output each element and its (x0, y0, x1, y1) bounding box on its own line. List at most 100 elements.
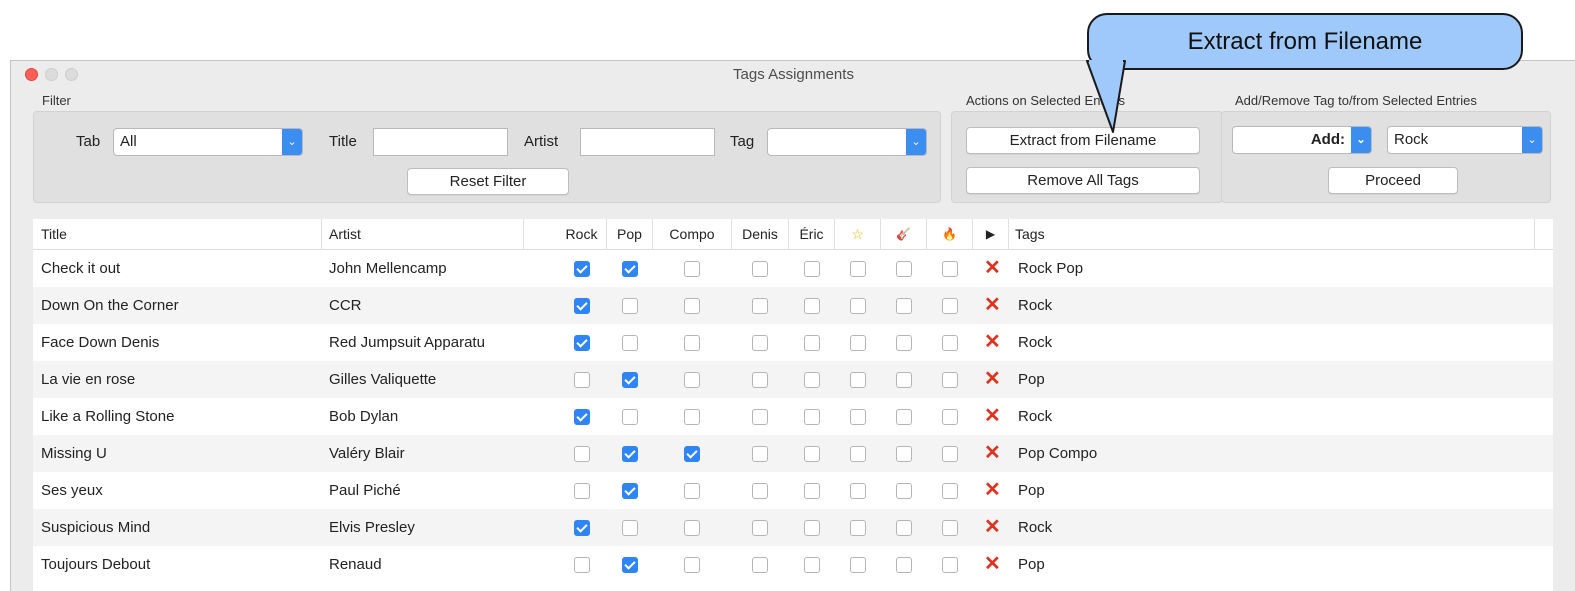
remove-all-tags-button[interactable]: Remove All Tags (966, 167, 1200, 194)
checkbox-eric[interactable] (804, 520, 820, 536)
checkbox-compo[interactable] (684, 483, 700, 499)
checkbox-eric[interactable] (804, 446, 820, 462)
column-header-eric[interactable]: Éric (789, 219, 835, 249)
checkbox-denis[interactable] (752, 372, 768, 388)
column-header-fire-icon[interactable]: 🔥 (927, 219, 973, 249)
checkbox-pop[interactable] (622, 557, 638, 573)
tag-filter-select[interactable]: ⌄ (767, 128, 927, 156)
checkbox-pop[interactable] (622, 409, 638, 425)
checkbox-eric[interactable] (804, 298, 820, 314)
checkbox-guitar[interactable] (896, 298, 912, 314)
proceed-button[interactable]: Proceed (1328, 167, 1458, 194)
checkbox-denis[interactable] (752, 446, 768, 462)
checkbox-guitar[interactable] (896, 520, 912, 536)
checkbox-eric[interactable] (804, 335, 820, 351)
delete-x-icon[interactable]: ✕ (984, 324, 1001, 361)
checkbox-eric[interactable] (804, 557, 820, 573)
checkbox-star[interactable] (850, 483, 866, 499)
artist-filter-input[interactable] (580, 128, 715, 156)
checkbox-denis[interactable] (752, 261, 768, 277)
checkbox-rock[interactable] (574, 372, 590, 388)
checkbox-eric[interactable] (804, 483, 820, 499)
checkbox-star[interactable] (850, 409, 866, 425)
checkbox-fire[interactable] (942, 483, 958, 499)
checkbox-guitar[interactable] (896, 335, 912, 351)
checkbox-eric[interactable] (804, 409, 820, 425)
table-row[interactable]: Check it out John Mellencamp ✕ Rock Pop (33, 250, 1553, 287)
checkbox-rock[interactable] (574, 557, 590, 573)
table-row[interactable]: Face Down Denis Red Jumpsuit Apparatu ✕ Roc… (33, 324, 1553, 361)
column-header-compo[interactable]: Compo (653, 219, 732, 249)
checkbox-fire[interactable] (942, 372, 958, 388)
add-remove-mode-select[interactable]: Add: ⌄ (1232, 126, 1372, 154)
checkbox-star[interactable] (850, 557, 866, 573)
checkbox-guitar[interactable] (896, 372, 912, 388)
checkbox-compo[interactable] (684, 335, 700, 351)
column-header-tags[interactable]: Tags (1009, 219, 1535, 249)
delete-x-icon[interactable]: ✕ (984, 287, 1001, 324)
checkbox-denis[interactable] (752, 520, 768, 536)
checkbox-rock[interactable] (574, 483, 590, 499)
checkbox-pop[interactable] (622, 372, 638, 388)
checkbox-denis[interactable] (752, 409, 768, 425)
checkbox-guitar[interactable] (896, 261, 912, 277)
delete-x-icon[interactable]: ✕ (984, 546, 1001, 583)
checkbox-fire[interactable] (942, 409, 958, 425)
checkbox-fire[interactable] (942, 520, 958, 536)
extract-from-filename-button[interactable]: Extract from Filename (966, 127, 1200, 154)
checkbox-pop[interactable] (622, 261, 638, 277)
checkbox-fire[interactable] (942, 446, 958, 462)
delete-x-icon[interactable]: ✕ (984, 361, 1001, 398)
checkbox-rock[interactable] (574, 261, 590, 277)
table-row[interactable]: Like a Rolling Stone Bob Dylan ✕ Rock (33, 398, 1553, 435)
checkbox-guitar[interactable] (896, 409, 912, 425)
table-row[interactable]: Ses yeux Paul Piché ✕ Pop (33, 472, 1553, 509)
checkbox-guitar[interactable] (896, 557, 912, 573)
checkbox-pop[interactable] (622, 446, 638, 462)
checkbox-eric[interactable] (804, 372, 820, 388)
table-row[interactable]: Missing U Valéry Blair ✕ Pop Compo (33, 435, 1553, 472)
checkbox-compo[interactable] (684, 409, 700, 425)
column-header-denis[interactable]: Denis (732, 219, 789, 249)
checkbox-guitar[interactable] (896, 483, 912, 499)
table-row[interactable]: Down On the Corner CCR ✕ Rock (33, 287, 1553, 324)
checkbox-rock[interactable] (574, 409, 590, 425)
delete-x-icon[interactable]: ✕ (984, 435, 1001, 472)
checkbox-rock[interactable] (574, 298, 590, 314)
checkbox-guitar[interactable] (896, 446, 912, 462)
checkbox-compo[interactable] (684, 372, 700, 388)
checkbox-compo[interactable] (684, 446, 700, 462)
checkbox-denis[interactable] (752, 483, 768, 499)
checkbox-compo[interactable] (684, 298, 700, 314)
checkbox-star[interactable] (850, 335, 866, 351)
checkbox-pop[interactable] (622, 298, 638, 314)
checkbox-denis[interactable] (752, 335, 768, 351)
checkbox-compo[interactable] (684, 520, 700, 536)
delete-x-icon[interactable]: ✕ (984, 472, 1001, 509)
delete-x-icon[interactable]: ✕ (984, 509, 1001, 546)
column-header-star-icon[interactable]: ☆ (835, 219, 881, 249)
table-row[interactable]: La vie en rose Gilles Valiquette ✕ Pop (33, 361, 1553, 398)
column-header-play-icon[interactable]: ▶ (973, 219, 1009, 249)
checkbox-rock[interactable] (574, 520, 590, 536)
column-header-title[interactable]: Title (33, 219, 322, 249)
checkbox-pop[interactable] (622, 335, 638, 351)
column-header-artist[interactable]: Artist (322, 219, 524, 249)
checkbox-compo[interactable] (684, 261, 700, 277)
checkbox-eric[interactable] (804, 261, 820, 277)
checkbox-rock[interactable] (574, 446, 590, 462)
checkbox-star[interactable] (850, 372, 866, 388)
table-row[interactable]: Suspicious Mind Elvis Presley ✕ Rock (33, 509, 1553, 546)
delete-x-icon[interactable]: ✕ (984, 398, 1001, 435)
column-header-guitar-icon[interactable]: 🎸 (881, 219, 927, 249)
checkbox-rock[interactable] (574, 335, 590, 351)
checkbox-compo[interactable] (684, 557, 700, 573)
table-row[interactable]: Toujours Debout Renaud ✕ Pop (33, 546, 1553, 583)
checkbox-star[interactable] (850, 261, 866, 277)
checkbox-pop[interactable] (622, 520, 638, 536)
column-header-pop[interactable]: Pop (607, 219, 653, 249)
title-filter-input[interactable] (373, 128, 508, 156)
checkbox-fire[interactable] (942, 298, 958, 314)
checkbox-fire[interactable] (942, 557, 958, 573)
checkbox-fire[interactable] (942, 261, 958, 277)
